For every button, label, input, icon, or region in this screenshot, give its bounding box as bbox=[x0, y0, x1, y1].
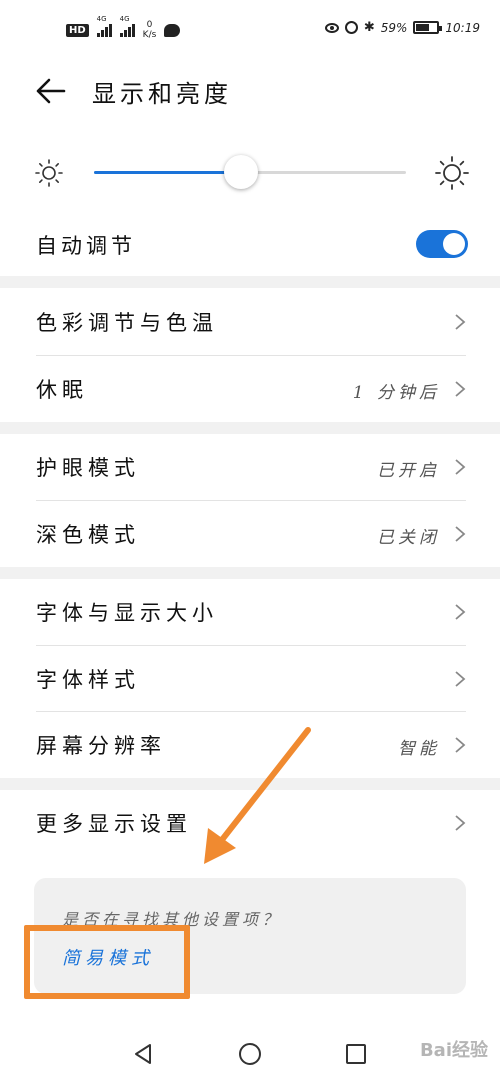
speed-unit: K/s bbox=[142, 30, 157, 40]
network-speed: 0 K/s bbox=[143, 20, 157, 40]
status-left: HD 4G 4G 0 K/s bbox=[66, 15, 181, 40]
chevron-right-icon bbox=[455, 381, 466, 397]
bluetooth-icon: ✱ bbox=[363, 20, 375, 35]
row-label: 护眼模式 bbox=[36, 456, 140, 480]
hd-badge: HD bbox=[66, 23, 89, 37]
chevron-right-icon bbox=[455, 604, 466, 620]
row-dark-mode[interactable]: 深色模式 已关闭 bbox=[0, 501, 500, 567]
row-label: 屏幕分辨率 bbox=[36, 734, 166, 758]
chevron-right-icon bbox=[455, 314, 466, 330]
speed-value: 0 bbox=[146, 20, 153, 30]
battery-percent: 59% bbox=[380, 20, 408, 35]
auto-adjust-toggle[interactable] bbox=[416, 230, 468, 258]
row-label: 休眠 bbox=[36, 378, 88, 402]
brightness-slider[interactable] bbox=[94, 155, 406, 189]
battery-icon bbox=[413, 21, 443, 34]
brightness-slider-fill bbox=[94, 171, 241, 174]
nav-home-icon[interactable] bbox=[238, 1042, 262, 1066]
section-separator bbox=[0, 567, 500, 579]
chat-icon bbox=[164, 23, 181, 37]
annotation-arrow-icon bbox=[204, 727, 311, 864]
row-label: 字体样式 bbox=[36, 668, 140, 692]
row-sleep[interactable]: 休眠 1 分钟后 bbox=[0, 356, 500, 422]
row-label: 更多显示设置 bbox=[36, 812, 192, 836]
brightness-high-icon bbox=[435, 156, 469, 190]
brightness-low-icon bbox=[35, 159, 63, 187]
row-value: 智能 bbox=[398, 739, 440, 759]
chevron-right-icon bbox=[455, 459, 466, 475]
clock: 10:19 bbox=[445, 20, 480, 35]
row-value: 1 分钟后 bbox=[352, 383, 440, 403]
chevron-right-icon bbox=[455, 671, 466, 687]
toggle-knob bbox=[443, 233, 465, 255]
status-bar: HD 4G 4G 0 K/s ✱ 59% 10:19 bbox=[0, 0, 500, 60]
nav-back-icon[interactable] bbox=[131, 1042, 155, 1066]
page-header: 显示和亮度 bbox=[0, 60, 500, 122]
chevron-right-icon bbox=[455, 526, 466, 542]
row-font-display-size[interactable]: 字体与显示大小 bbox=[0, 579, 500, 645]
row-label: 色彩调节与色温 bbox=[36, 311, 218, 335]
brightness-slider-thumb[interactable] bbox=[223, 155, 258, 189]
signal-label: 4G bbox=[96, 15, 107, 23]
navigation-bar: Bai经验 bbox=[0, 1024, 500, 1084]
auto-adjust-row: 自动调节 bbox=[0, 212, 500, 276]
row-eye-comfort[interactable]: 护眼模式 已开启 bbox=[0, 434, 500, 500]
section-separator bbox=[0, 276, 500, 288]
row-value: 已关闭 bbox=[377, 528, 440, 548]
signal-icon: 4G bbox=[96, 15, 112, 37]
alarm-icon bbox=[344, 21, 358, 34]
status-right: ✱ 59% 10:19 bbox=[324, 20, 480, 35]
highlight-box bbox=[24, 925, 190, 999]
row-label: 字体与显示大小 bbox=[36, 601, 218, 625]
auto-adjust-label: 自动调节 bbox=[36, 234, 136, 258]
page-title: 显示和亮度 bbox=[92, 80, 232, 108]
chevron-right-icon bbox=[455, 737, 466, 753]
chevron-right-icon bbox=[455, 815, 466, 831]
row-font-style[interactable]: 字体样式 bbox=[0, 646, 500, 712]
watermark: Bai经验 bbox=[419, 1040, 488, 1061]
nav-recents-icon[interactable] bbox=[344, 1042, 368, 1066]
row-color-temperature[interactable]: 色彩调节与色温 bbox=[0, 289, 500, 355]
signal-icon-2: 4G bbox=[119, 15, 135, 37]
signal-label-2: 4G bbox=[119, 15, 130, 23]
row-value: 已开启 bbox=[377, 461, 440, 481]
row-label: 深色模式 bbox=[36, 523, 140, 547]
brightness-control bbox=[0, 140, 500, 210]
back-arrow-icon[interactable] bbox=[34, 76, 68, 106]
section-separator bbox=[0, 422, 500, 434]
eye-icon bbox=[324, 22, 339, 33]
